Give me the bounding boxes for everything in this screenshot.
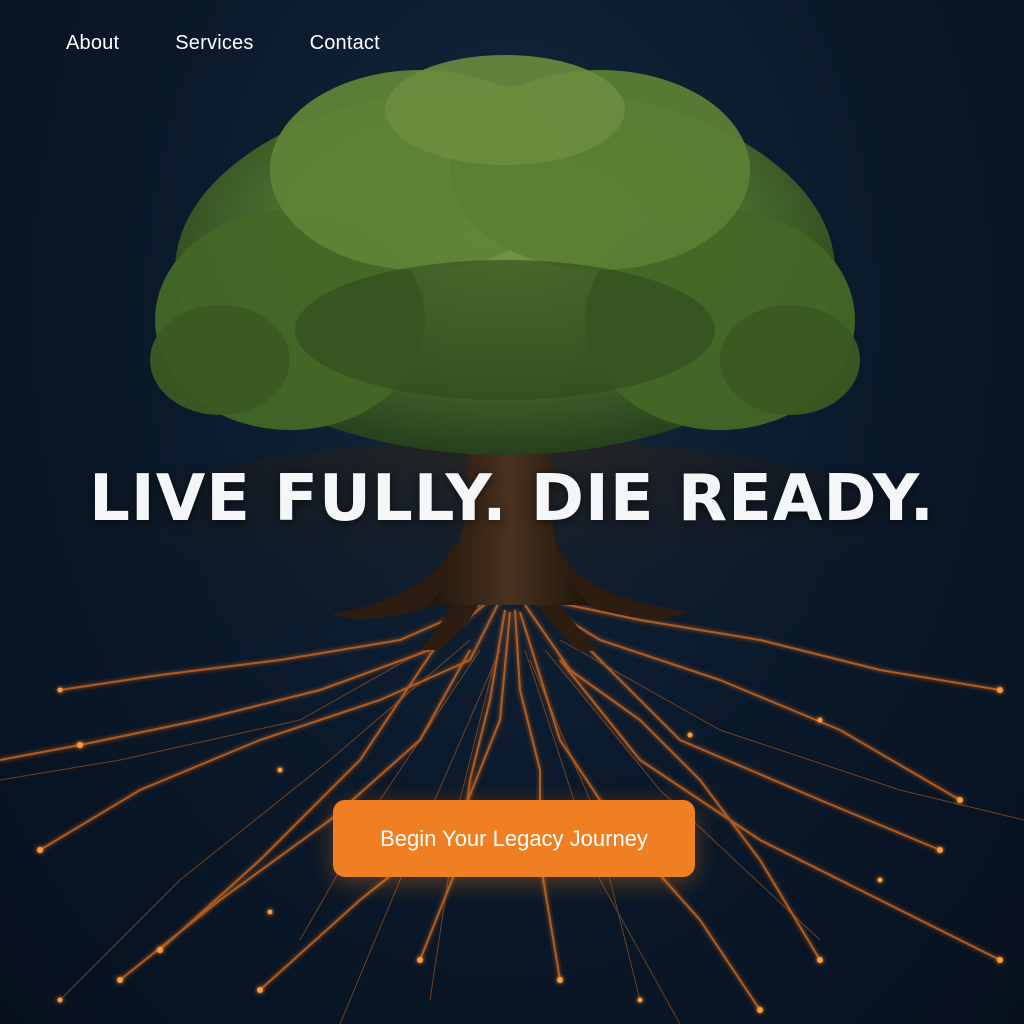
landing-page: About Services Contact LIVE FULLY. DIE R… xyxy=(0,0,1024,1024)
tree-canopy xyxy=(150,55,860,455)
top-navigation: About Services Contact xyxy=(66,32,380,55)
nav-link-about[interactable]: About xyxy=(66,32,119,55)
nav-link-services[interactable]: Services xyxy=(175,32,253,55)
nav-link-contact[interactable]: Contact xyxy=(310,32,380,55)
hero-headline: LIVE FULLY. DIE READY. xyxy=(89,462,935,536)
begin-journey-button[interactable]: Begin Your Legacy Journey xyxy=(333,800,695,877)
